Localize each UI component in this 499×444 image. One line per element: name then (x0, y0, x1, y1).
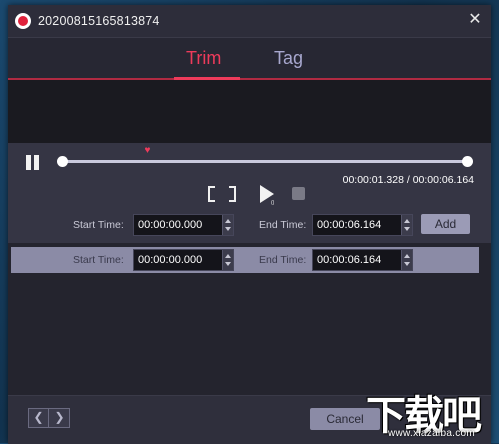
playhead-marker-icon[interactable]: ♥ (144, 146, 154, 156)
end-time-label: End Time: (259, 219, 307, 231)
title-bar: 20200815165813874 ✕ (8, 5, 491, 38)
segment-end-field[interactable]: 00:00:06.164 (312, 249, 413, 271)
tab-tag[interactable]: Tag (274, 48, 303, 69)
record-icon (15, 13, 31, 29)
chevron-left-icon[interactable]: ❮ (29, 409, 49, 427)
time-separator: / (406, 174, 410, 186)
timeline-slider[interactable]: ♥ (57, 146, 473, 167)
add-button[interactable]: Add (421, 214, 470, 234)
tab-trim[interactable]: Trim (186, 48, 221, 69)
watermark-url: www.xiazaiba.com (388, 428, 476, 439)
trim-dialog: 20200815165813874 ✕ Trim Tag ♥ 00:00:01.… (8, 5, 491, 444)
video-preview (8, 80, 491, 143)
current-time: 00:00:01.328 (342, 174, 404, 186)
time-readout: 00:00:01.328 / 00:00:06.164 (343, 174, 474, 186)
end-time-value[interactable]: 00:00:06.164 (317, 219, 381, 231)
trim-input-row: Start Time: 00:00:00.000 End Time: 00:00… (8, 214, 491, 236)
segment-start-value[interactable]: 00:00:00.000 (138, 254, 202, 266)
svg-text:(): () (271, 200, 275, 205)
stop-icon[interactable] (292, 187, 305, 200)
total-time: 00:00:06.164 (412, 174, 474, 186)
trim-start-handle[interactable] (57, 156, 68, 167)
bracket-right-icon[interactable] (229, 186, 236, 202)
segment-navigation: ❮ ❯ (28, 408, 70, 428)
bracket-left-icon[interactable] (208, 186, 215, 202)
segment-start-spinner[interactable] (222, 250, 233, 270)
play-icon[interactable]: () (256, 183, 278, 205)
segment-start-field[interactable]: 00:00:00.000 (133, 249, 234, 271)
mark-in-out-icon[interactable] (208, 186, 236, 202)
tab-bar: Trim Tag (8, 38, 491, 80)
segment-start-label: Start Time: (73, 254, 124, 266)
end-time-spinner[interactable] (401, 215, 412, 235)
end-time-field[interactable]: 00:00:06.164 (312, 214, 413, 236)
start-time-spinner[interactable] (222, 215, 233, 235)
start-time-value[interactable]: 00:00:00.000 (138, 219, 202, 231)
pause-icon[interactable] (25, 155, 41, 171)
trim-end-handle[interactable] (462, 156, 473, 167)
segment-end-label: End Time: (259, 254, 307, 266)
start-time-label: Start Time: (73, 219, 124, 231)
segment-end-spinner[interactable] (401, 250, 412, 270)
chevron-right-icon[interactable]: ❯ (50, 409, 69, 427)
start-time-field[interactable]: 00:00:00.000 (133, 214, 234, 236)
site-watermark: 下载吧 www.xiazaiba.com (352, 381, 499, 443)
close-icon[interactable]: ✕ (465, 10, 485, 30)
window-title: 20200815165813874 (38, 14, 160, 28)
segment-row-content: Start Time: 00:00:00.000 End Time: 00:00… (8, 249, 491, 271)
segment-end-value[interactable]: 00:00:06.164 (317, 254, 381, 266)
